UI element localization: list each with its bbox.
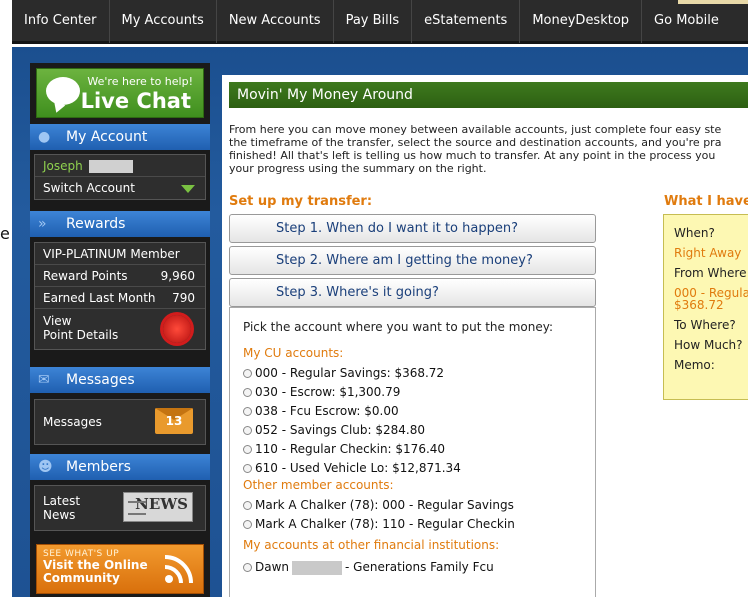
latest-news-link[interactable]: Latest News NEWS — [35, 486, 205, 530]
from-label: From Where — [674, 266, 747, 280]
account-radio[interactable]: 030 - Escrow: $1,300.79 — [243, 383, 582, 402]
page-title: Movin' My Money Around — [229, 82, 748, 108]
account-radio[interactable]: 610 - Used Vehicle Lo: $12,871.34 — [243, 459, 582, 478]
sidebar: We're here to help! Live Chat ● My Accou… — [30, 63, 210, 597]
radio-button[interactable] — [243, 520, 252, 529]
community-line2: Community — [43, 571, 120, 585]
top-nav: Info Center My Accounts New Accounts Pay… — [12, 0, 748, 44]
member-level: VIP-PLATINUM Member — [35, 243, 205, 265]
reward-points-label: Reward Points — [43, 269, 128, 283]
when-label: When? — [674, 226, 715, 240]
newspaper-icon: NEWS — [123, 492, 193, 522]
nav-new-accounts[interactable]: New Accounts — [217, 0, 334, 43]
messages-label: Messages — [43, 415, 102, 429]
radio-button[interactable] — [243, 426, 252, 435]
left-edge: e — [0, 0, 12, 597]
live-chat-button[interactable]: We're here to help! Live Chat — [36, 68, 204, 118]
rewards-title: Rewards — [66, 216, 126, 232]
view-point-details-link[interactable]: View Point Details — [35, 309, 205, 349]
mail-icon: 13 — [155, 408, 193, 434]
live-chat-tagline: We're here to help! — [87, 75, 193, 88]
reward-seal-icon — [163, 315, 191, 343]
chat-bubble-icon — [46, 77, 80, 105]
message-count-badge: 13 — [165, 414, 183, 428]
members-header[interactable]: ☻ Members — [30, 454, 210, 480]
switch-account-dropdown[interactable]: Switch Account — [35, 177, 205, 199]
messages-title: Messages — [66, 372, 135, 388]
rss-icon — [164, 555, 193, 584]
main-content: Movin' My Money Around From here you can… — [222, 75, 748, 597]
radio-button[interactable] — [243, 501, 252, 510]
reward-points-row: Reward Points 9,960 — [35, 265, 205, 287]
messages-header[interactable]: ✉ Messages — [30, 367, 210, 393]
rewards-panel: VIP-PLATINUM Member Reward Points 9,960 … — [34, 242, 206, 350]
nav-moneydesktop[interactable]: MoneyDesktop — [520, 0, 643, 43]
account-radio[interactable]: 110 - Regular Checkin: $176.40 — [243, 440, 582, 459]
redacted-name — [292, 560, 343, 575]
account-radio[interactable]: 038 - Fcu Escrow: $0.00 — [243, 402, 582, 421]
top-right-accent — [678, 0, 748, 4]
nav-go-mobile[interactable]: Go Mobile — [642, 0, 731, 43]
from-value: 000 - Regula $368.72 — [674, 286, 748, 312]
nav-estatements[interactable]: eStatements — [412, 0, 521, 43]
how-much-label: How Much? — [674, 338, 743, 352]
nav-info-center[interactable]: Info Center — [12, 0, 110, 43]
chevron-down-icon — [181, 185, 195, 193]
nav-pay-bills[interactable]: Pay Bills — [334, 0, 413, 43]
transfer-summary: When? Right Away From Where 000 - Regula… — [663, 214, 748, 400]
people-icon: ☻ — [38, 459, 53, 475]
account-radio[interactable]: 052 - Savings Club: $284.80 — [243, 421, 582, 440]
user-name: Joseph — [43, 159, 83, 173]
redacted-surname — [88, 160, 133, 173]
destination-picker: Pick the account where you want to put t… — [229, 307, 596, 597]
online-community-banner[interactable]: SEE WHAT'S UP Visit the Online Community — [36, 544, 204, 594]
earned-label: Earned Last Month — [43, 291, 156, 305]
user-icon: ● — [38, 129, 51, 145]
earned-value: 790 — [172, 291, 195, 305]
pick-prompt: Pick the account where you want to put t… — [243, 320, 554, 334]
to-label: To Where? — [674, 318, 736, 332]
intro-text: From here you can move money between ava… — [229, 123, 722, 175]
reward-points-value: 9,960 — [160, 269, 195, 283]
memo-label: Memo: — [674, 358, 715, 372]
radio-button[interactable] — [243, 563, 252, 572]
radio-button[interactable] — [243, 464, 252, 473]
external-accounts-label: My accounts at other financial instituti… — [243, 538, 500, 552]
my-account-header[interactable]: ● My Account — [30, 124, 210, 150]
radio-button[interactable] — [243, 388, 252, 397]
members-title: Members — [66, 459, 131, 475]
cut-off-text: e — [0, 224, 10, 243]
live-chat-label: Live Chat — [80, 89, 191, 113]
account-radio[interactable]: 000 - Regular Savings: $368.72 — [243, 364, 582, 383]
cu-accounts-label: My CU accounts: — [243, 346, 344, 360]
messages-link[interactable]: Messages 13 — [35, 400, 205, 444]
switch-account-label: Switch Account — [43, 181, 135, 195]
step-2-button[interactable]: Step 2. Where am I getting the money? — [229, 246, 596, 275]
account-radio[interactable]: Mark A Chalker (78): 000 - Regular Savin… — [243, 496, 582, 515]
radio-button[interactable] — [243, 407, 252, 416]
nav-my-accounts[interactable]: My Accounts — [110, 0, 217, 43]
radio-button[interactable] — [243, 369, 252, 378]
account-radio[interactable]: Dawn - Generations Family Fcu — [243, 558, 582, 577]
step-3-button[interactable]: Step 3. Where's it going? — [229, 278, 596, 307]
my-account-panel: Joseph Switch Account — [34, 154, 206, 200]
account-radio[interactable]: Mark A Chalker (78): 110 - Regular Check… — [243, 515, 582, 534]
radio-button[interactable] — [243, 445, 252, 454]
envelope-icon: ✉ — [38, 372, 50, 388]
other-accounts-label: Other member accounts: — [243, 478, 394, 492]
user-row: Joseph — [35, 155, 205, 177]
members-panel: Latest News NEWS — [34, 485, 206, 531]
double-chevron-icon: » — [38, 216, 47, 232]
step-1-button[interactable]: Step 1. When do I want it to happen? — [229, 214, 596, 243]
when-value: Right Away — [674, 246, 742, 260]
summary-heading: What I have — [664, 194, 748, 209]
earned-row: Earned Last Month 790 — [35, 287, 205, 309]
messages-panel: Messages 13 — [34, 399, 206, 445]
rewards-header[interactable]: » Rewards — [30, 211, 210, 237]
setup-heading: Set up my transfer: — [229, 194, 373, 209]
my-account-title: My Account — [66, 129, 148, 145]
